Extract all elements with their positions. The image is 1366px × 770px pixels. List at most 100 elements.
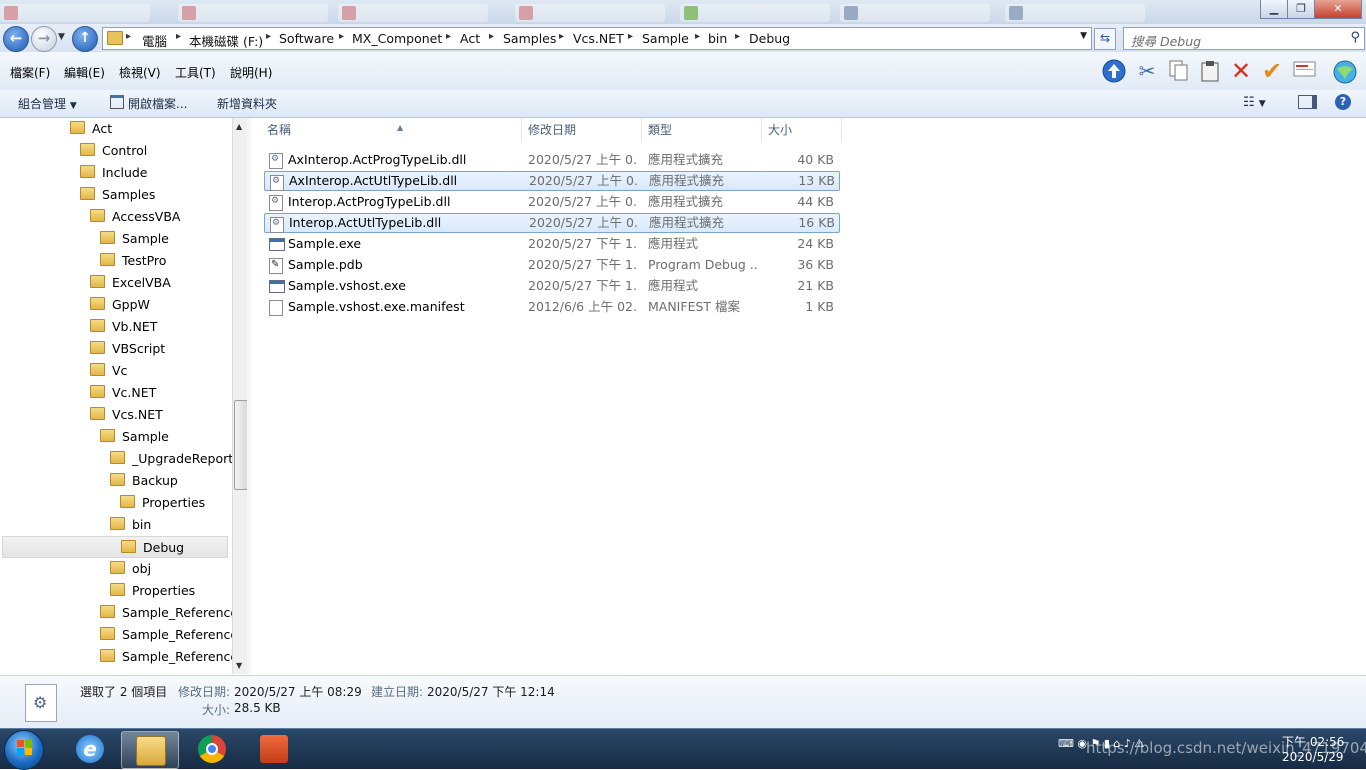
breadcrumb-debug[interactable]: Debug [749, 31, 790, 46]
menu-view[interactable]: 檢視(V) [119, 64, 161, 81]
address-bar[interactable]: ▸ 電腦 ▸ 本機磁碟 (F:) ▸ Software ▸ MX_Compone… [102, 27, 1092, 50]
up-level-button[interactable]: ↑ [72, 26, 98, 52]
tree-item[interactable]: Properties [0, 492, 205, 514]
nav-scrollbar[interactable]: ▲ ▼ [232, 118, 248, 674]
chevron-right-icon[interactable]: ▸ [266, 31, 271, 42]
file-row[interactable]: Sample.vshost.exe 2020/5/27 下午 1... 應用程式 21… [264, 276, 838, 296]
chevron-right-icon[interactable]: ▸ [695, 31, 700, 42]
taskbar-app[interactable] [246, 731, 302, 767]
menu-file[interactable]: 檔案(F) [10, 64, 50, 81]
tree-item[interactable]: GppW [0, 294, 150, 316]
file-row[interactable]: Sample.pdb 2020/5/27 下午 1... Program Debug… [264, 255, 838, 275]
tree-item[interactable]: TestPro [0, 250, 166, 272]
column-header-type[interactable]: 類型 [642, 118, 762, 142]
tree-item[interactable]: VBScript [0, 338, 165, 360]
tree-item[interactable]: Samples [0, 184, 155, 206]
file-row[interactable]: AxInterop.ActProgTypeLib.dll 2020/5/27 上午… [264, 150, 838, 170]
column-header-size[interactable]: 大小 [762, 118, 842, 142]
file-row[interactable]: Interop.ActUtlTypeLib.dll 2020/5/27 上午 0.… [264, 213, 840, 233]
menu-help[interactable]: 說明(H) [230, 64, 272, 81]
taskbar-ie[interactable]: e [62, 731, 118, 767]
chevron-right-icon[interactable]: ▸ [489, 31, 494, 42]
scroll-up-icon[interactable]: ▲ [236, 122, 242, 131]
copy-icon[interactable] [1166, 59, 1192, 85]
file-row[interactable]: AxInterop.ActUtlTypeLib.dll 2020/5/27 上午 … [264, 171, 840, 191]
column-header-date[interactable]: 修改日期 [522, 118, 642, 142]
chevron-right-icon[interactable]: ▸ [126, 31, 131, 42]
chevron-right-icon[interactable]: ▸ [446, 31, 451, 42]
chevron-right-icon[interactable]: ▸ [176, 31, 181, 42]
delete-icon[interactable]: ✕ [1228, 59, 1254, 85]
folder-icon [110, 451, 125, 464]
back-button[interactable]: ← [3, 26, 29, 52]
tree-item[interactable]: Include [0, 162, 148, 184]
tree-item[interactable]: Control [0, 140, 147, 162]
menu-tools[interactable]: 工具(T) [175, 64, 216, 81]
breadcrumb-act[interactable]: Act [460, 31, 480, 46]
up-icon[interactable] [1101, 59, 1127, 85]
view-options-icon[interactable]: ☷ ▼ [1243, 95, 1266, 110]
chevron-right-icon[interactable]: ▸ [339, 31, 344, 42]
clock-time[interactable]: 下午 02:56 [1282, 733, 1344, 750]
tree-item[interactable]: _UpgradeReport_ [0, 448, 232, 470]
file-row[interactable]: Sample.vshost.exe.manifest 2012/6/6 上午 02… [264, 297, 838, 317]
open-file-button[interactable]: 開啟檔案... [110, 95, 187, 112]
tree-item[interactable]: Sample_References [0, 646, 232, 668]
close-button[interactable]: ✕ [1314, 0, 1362, 19]
tree-item[interactable]: Sample_References [0, 624, 232, 646]
start-button[interactable] [4, 730, 44, 770]
chevron-right-icon[interactable]: ▸ [735, 31, 740, 42]
scroll-down-icon[interactable]: ▼ [236, 661, 242, 670]
mail-icon[interactable] [1292, 59, 1318, 85]
check-icon[interactable]: ✔ [1259, 59, 1285, 85]
preview-pane-icon[interactable] [1298, 95, 1317, 112]
address-dropdown-icon[interactable]: ▼ [1080, 31, 1087, 41]
file-row[interactable]: Interop.ActProgTypeLib.dll 2020/5/27 上午 0… [264, 192, 838, 212]
clock-date[interactable]: 2020/5/29 [1282, 750, 1344, 764]
taskbar-explorer[interactable] [121, 731, 179, 769]
breadcrumb-drive[interactable]: 本機磁碟 (F:) [189, 31, 263, 50]
tree-item[interactable]: Vcs.NET [0, 404, 163, 426]
globe-icon[interactable] [1332, 59, 1358, 85]
tree-item[interactable]: AccessVBA [0, 206, 180, 228]
search-input[interactable]: 搜尋 Debug ⚲ [1123, 27, 1365, 50]
organize-button[interactable]: 組合管理 ▼ [18, 95, 77, 112]
breadcrumb-sample[interactable]: Sample [642, 31, 689, 46]
menu-edit[interactable]: 編輯(E) [64, 64, 105, 81]
breadcrumb-vcs-net[interactable]: Vcs.NET [573, 31, 624, 46]
breadcrumb-software[interactable]: Software [279, 31, 334, 46]
chevron-right-icon[interactable]: ▸ [559, 31, 564, 42]
taskbar-chrome[interactable] [184, 731, 240, 767]
breadcrumb-samples[interactable]: Samples [503, 31, 556, 46]
breadcrumb-computer[interactable]: 電腦 [142, 31, 167, 50]
chevron-right-icon[interactable]: ▸ [628, 31, 633, 42]
history-dropdown-icon[interactable]: ▼ [58, 32, 65, 42]
help-icon[interactable]: ? [1335, 94, 1351, 110]
tree-item[interactable]: Vc.NET [0, 382, 156, 404]
minimize-button[interactable]: ▁ [1260, 0, 1288, 19]
breadcrumb-mx-componet[interactable]: MX_Componet [352, 31, 442, 46]
scrollbar-thumb[interactable] [234, 400, 248, 490]
file-row[interactable]: Sample.exe 2020/5/27 下午 1... 應用程式 24 KB [264, 234, 838, 254]
forward-button[interactable]: → [31, 26, 57, 52]
new-folder-button[interactable]: 新增資料夾 [217, 95, 277, 112]
cut-icon[interactable]: ✂ [1134, 59, 1160, 85]
tree-item[interactable]: obj [0, 558, 151, 580]
tree-item[interactable]: Backup [0, 470, 178, 492]
tree-item[interactable]: Properties [0, 580, 195, 602]
breadcrumb-bin[interactable]: bin [708, 31, 727, 46]
search-icon[interactable]: ⚲ [1350, 30, 1360, 45]
tree-item[interactable]: Sample_References [0, 602, 232, 624]
tree-item[interactable]: Vc [0, 360, 127, 382]
maximize-button[interactable]: ❐ [1287, 0, 1315, 19]
tree-item[interactable]: Sample [0, 426, 169, 448]
refresh-button[interactable]: ⇆ [1094, 28, 1116, 50]
tree-item[interactable]: ExcelVBA [0, 272, 171, 294]
paste-icon[interactable] [1197, 59, 1223, 85]
tree-item[interactable]: Sample [0, 228, 169, 250]
tree-item[interactable]: Debug [2, 536, 228, 558]
column-header-name[interactable]: 名稱 ▲ [261, 118, 522, 142]
tree-item[interactable]: Vb.NET [0, 316, 157, 338]
tree-item[interactable]: Act [0, 118, 112, 140]
tree-item[interactable]: bin [0, 514, 151, 536]
